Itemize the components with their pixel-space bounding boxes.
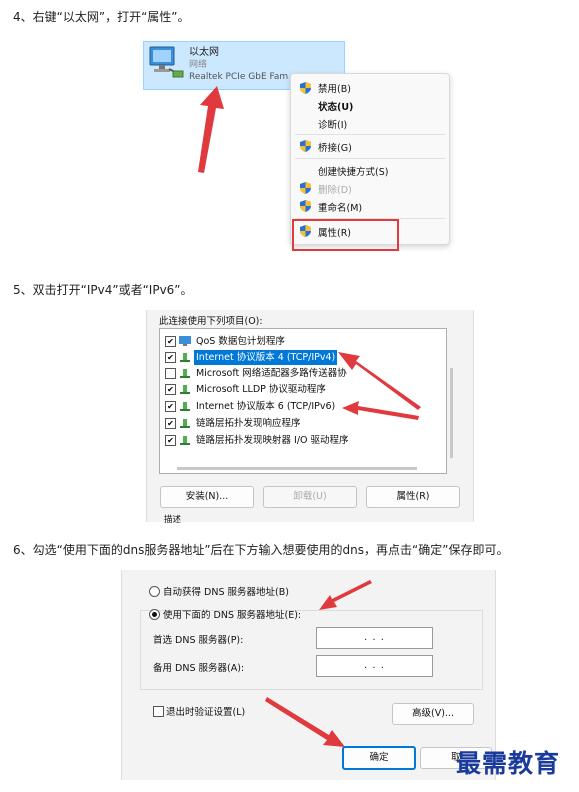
install-button[interactable]: 安装(N)... (160, 486, 254, 508)
items-list-label: 此连接使用下列项目(O): (159, 316, 263, 327)
red-arrow-icon (319, 580, 372, 610)
protocol-icon (180, 369, 190, 378)
description-label: 描述 (164, 515, 182, 525)
auto-dns-radio[interactable] (149, 586, 160, 597)
protocol-icon (180, 353, 190, 362)
advanced-button[interactable]: 高级(V)... (392, 703, 474, 725)
alternate-dns-input[interactable]: . . . (316, 655, 433, 677)
list-item-label: Internet 协议版本 4 (TCP/IPv4) (194, 350, 338, 365)
dns-group-box (140, 610, 483, 690)
monitor-icon (179, 336, 191, 346)
watermark-logo: 最需教育 (456, 749, 561, 778)
ok-button[interactable]: 确定 (342, 746, 416, 770)
checkbox[interactable]: ✔ (165, 336, 176, 347)
step6-instruction: 6、勾选“使用下面的dns服务器地址”后在下方输入想要使用的dns，再点击“确定… (13, 543, 509, 557)
protocol-icon (180, 436, 190, 445)
checkbox[interactable]: ✔ (165, 401, 176, 412)
properties-highlight-box (292, 219, 399, 251)
validate-label: 退出时验证设置(L) (166, 707, 246, 718)
menu-separator (295, 134, 445, 135)
preferred-dns-label: 首选 DNS 服务器(P): (153, 635, 244, 646)
list-item[interactable]: ✔ QoS 数据包计划程序 (165, 334, 445, 350)
menu-item-delete[interactable]: 删除(D) (318, 182, 352, 196)
red-arrow-icon (265, 697, 345, 747)
vertical-scrollbar[interactable] (450, 368, 453, 458)
list-item-label: Internet 协议版本 6 (TCP/IPv6) (196, 401, 336, 412)
adapter-type: 网络 (189, 60, 208, 70)
red-arrow-icon (198, 86, 224, 173)
adapter-name: 以太网 (189, 47, 219, 58)
checkbox[interactable]: ✔ (165, 418, 176, 429)
checkbox[interactable]: ✔ (165, 384, 176, 395)
protocol-icon (180, 385, 190, 394)
shield-icon (300, 82, 311, 94)
checkbox[interactable] (165, 368, 176, 379)
red-arrow-icon (342, 401, 419, 420)
protocol-icon (180, 402, 190, 411)
shield-icon (300, 140, 311, 152)
menu-item-bridge[interactable]: 桥接(G) (318, 140, 352, 154)
checkbox[interactable]: ✔ (165, 435, 176, 446)
manual-dns-radio[interactable] (149, 609, 160, 620)
network-adapter-icon (149, 46, 184, 78)
menu-separator (295, 158, 445, 159)
menu-item-create-shortcut[interactable]: 创建快捷方式(S) (318, 164, 388, 178)
uninstall-button[interactable]: 卸载(U) (263, 486, 357, 508)
manual-dns-label: 使用下面的 DNS 服务器地址(E): (163, 610, 302, 621)
properties-button[interactable]: 属性(R) (366, 486, 460, 508)
protocol-icon (180, 419, 190, 428)
adapter-device: Realtek PCIe GbE Fam (189, 72, 289, 82)
menu-item-diagnose[interactable]: 诊断(I) (318, 117, 347, 131)
menu-item-rename[interactable]: 重命名(M) (318, 200, 362, 214)
preferred-dns-input[interactable]: . . . (316, 627, 433, 649)
shield-icon (300, 182, 311, 194)
checkbox[interactable]: ✔ (165, 352, 176, 363)
step4-instruction: 4、右键“以太网”，打开“属性”。 (13, 10, 190, 24)
list-item-label: QoS 数据包计划程序 (196, 336, 285, 347)
auto-dns-label: 自动获得 DNS 服务器地址(B) (163, 587, 289, 598)
validate-checkbox[interactable] (153, 706, 164, 717)
list-item-label: 链路层拓扑发现响应程序 (196, 418, 301, 429)
list-item-label: Microsoft LLDP 协议驱动程序 (196, 384, 326, 395)
step5-instruction: 5、双击打开“IPv4”或者“IPv6”。 (13, 283, 193, 297)
list-item-label: Microsoft 网络适配器多路传送器协 (196, 368, 347, 379)
list-item[interactable]: ✔ 链路层拓扑发现映射器 I/O 驱动程序 (165, 433, 445, 449)
menu-item-disable[interactable]: 禁用(B) (318, 81, 351, 95)
menu-item-status[interactable]: 状态(U) (318, 99, 353, 113)
horizontal-scrollbar[interactable] (177, 467, 417, 470)
alternate-dns-label: 备用 DNS 服务器(A): (153, 663, 245, 674)
list-item-label: 链路层拓扑发现映射器 I/O 驱动程序 (196, 435, 349, 446)
shield-icon (300, 200, 311, 212)
